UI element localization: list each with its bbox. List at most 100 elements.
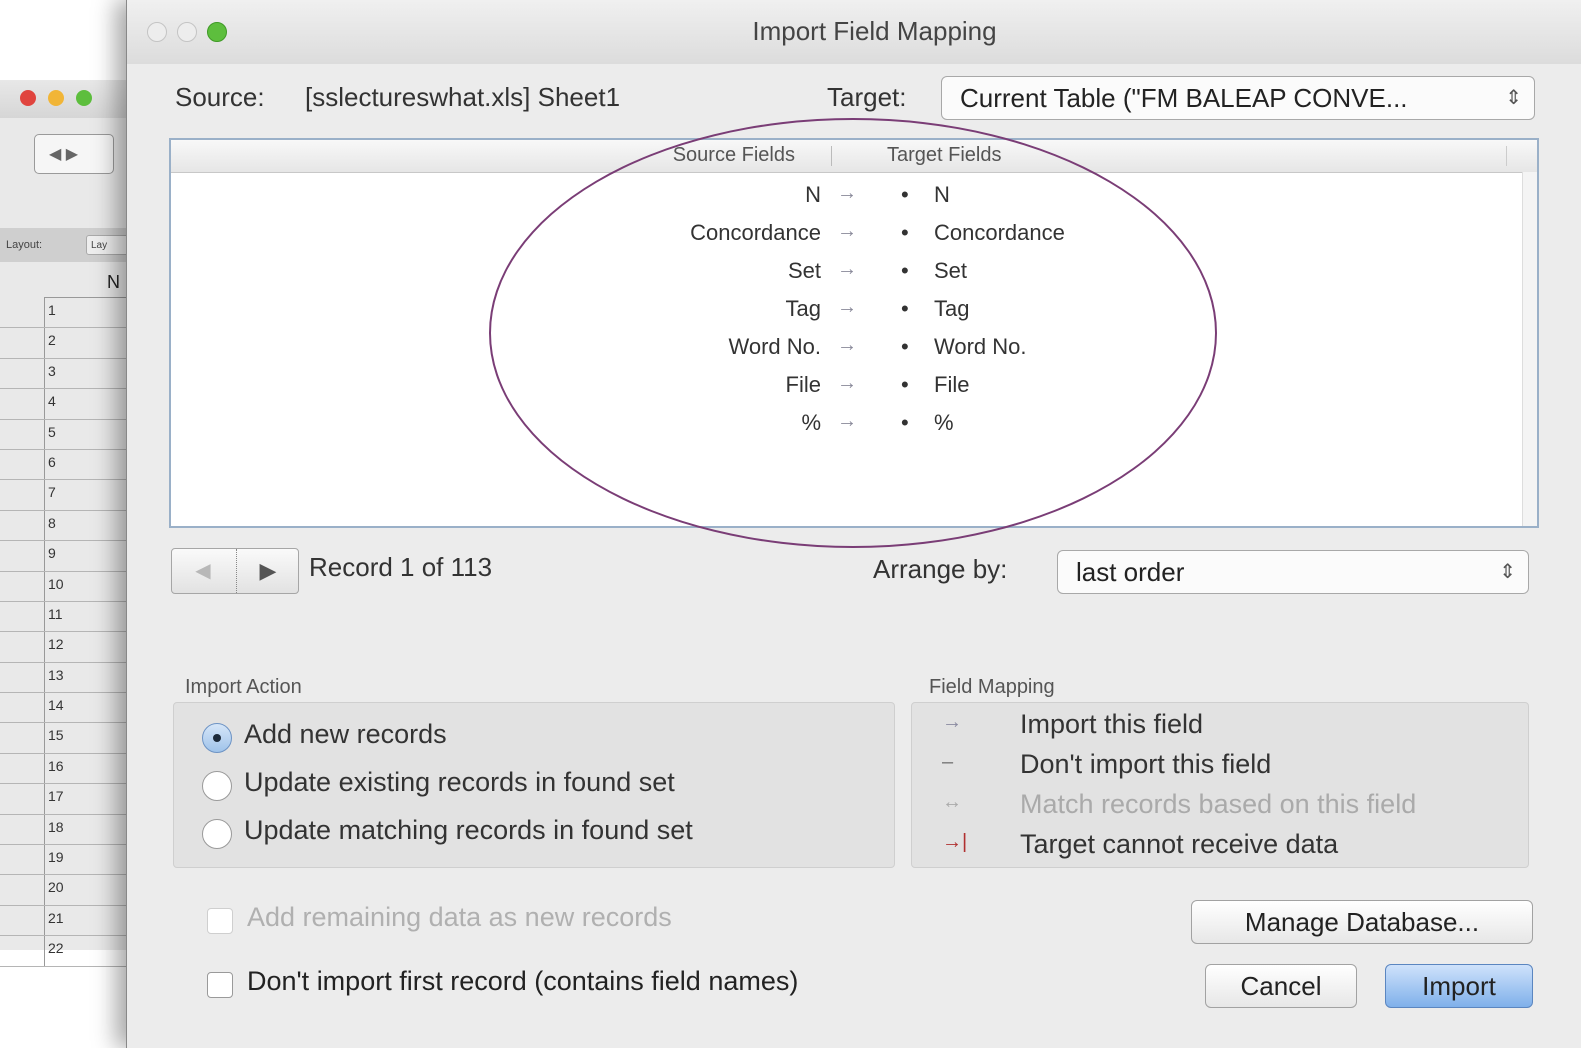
bg-row-number: 15 [48,727,64,744]
bg-table-row[interactable]: 6 [0,449,140,481]
bg-table-row[interactable]: 13 [0,662,140,694]
drag-handle-icon[interactable]: • [901,372,909,398]
legend-label: Target cannot receive data [1020,829,1339,859]
import-action-label: Update existing records in found set [244,767,675,797]
bg-row-number: 3 [48,362,56,379]
mapping-row[interactable]: File → File • [171,368,1537,406]
drag-handle-icon[interactable]: • [901,334,909,360]
bg-table-row[interactable]: 10 [0,571,140,602]
bg-row-number: 22 [48,940,64,957]
bg-layout-bar: Layout: Lay [0,228,140,262]
legend-label: Match records based on this field [1020,789,1417,819]
bg-table-row[interactable]: 12 [0,632,140,663]
bg-row-number: 4 [48,393,56,410]
source-value: [sslectureswhat.xls] Sheet1 [305,82,621,112]
dont-import-first-checkbox[interactable] [207,972,233,998]
import-arrow-icon[interactable]: → [837,334,857,357]
bg-row-number: 8 [48,514,56,531]
bg-table-row[interactable]: 22 [0,936,140,967]
manage-database-button[interactable]: Manage Database... [1191,900,1533,944]
legend-label: Don't import this field [1020,749,1272,779]
target-field: % [934,410,954,435]
source-field: % [801,410,821,435]
import-arrow-icon[interactable]: → [837,182,857,205]
target-field: Tag [934,296,970,321]
mapping-row[interactable]: Concordance → Concordance • [171,216,1537,254]
bg-table-row[interactable]: 17 [0,784,140,815]
bg-zoom-light[interactable] [76,90,92,106]
bg-table-row[interactable]: 16 [0,753,140,785]
header-source-fields[interactable]: Source Fields [673,144,795,167]
cancel-button[interactable]: Cancel [1205,964,1357,1008]
header-corner [1506,146,1531,166]
mapping-row[interactable]: Tag → Tag • [171,292,1537,330]
mapping-row[interactable]: % →% • [171,406,1537,444]
source-field: File [785,372,821,397]
background-titlebar [0,80,140,118]
add-remaining-checkbox[interactable] [207,908,233,934]
bg-table-row[interactable]: 21 [0,905,140,937]
table-header: Source Fields Target Fields [171,140,1537,173]
bg-record-nav-button[interactable]: ◀ ▶ [34,134,114,174]
drag-handle-icon[interactable]: • [901,182,909,208]
drag-handle-icon[interactable]: • [901,410,909,436]
import-arrow-icon[interactable]: → [837,296,857,319]
field-mapping-table[interactable]: Source Fields Target Fields N → N • Concorda… [169,138,1539,528]
import-arrow-icon[interactable]: → [837,372,857,395]
bg-minimize-light[interactable] [48,90,64,106]
bg-row-number: 20 [48,879,64,896]
record-status: Record 1 of 113 [309,552,493,582]
bg-table-row[interactable]: 18 [0,814,140,846]
source-field: N [805,182,821,207]
bg-table-row[interactable]: 2 [0,328,140,359]
radio-button[interactable] [202,771,232,801]
source-label: Source: [175,82,265,112]
bg-table-row[interactable]: 19 [0,845,140,876]
bg-table-row[interactable]: 20 [0,875,140,906]
bg-row-number: 5 [48,423,56,440]
bg-table-row[interactable]: 14 [0,693,140,724]
bg-row-list: 1 2 3 4 5 6 7 8 9 10 11 12 13 14 15 16 17 18 19 20 21 22 [0,298,140,967]
bg-table-row[interactable]: 3 [0,358,140,390]
bg-table-row[interactable]: 5 [0,419,140,450]
import-arrow-icon[interactable]: → [837,410,857,433]
bg-row-number: 6 [48,453,56,470]
source-field: Tag [785,296,821,321]
drag-handle-icon[interactable]: • [901,258,909,284]
radio-button[interactable] [202,819,232,849]
bg-row-number: 19 [48,849,64,866]
radio-button[interactable] [202,723,232,753]
table-scrollbar[interactable] [1522,172,1537,526]
bg-table-row[interactable]: 9 [0,541,140,572]
bg-table-row[interactable]: 8 [0,510,140,542]
import-button[interactable]: Import [1385,964,1533,1008]
bg-table-row[interactable]: 11 [0,601,140,633]
bg-table-row[interactable]: 7 [0,480,140,511]
mapping-row[interactable]: N → N • [171,178,1537,216]
mapping-row[interactable]: Word No. → Word No. • [171,330,1537,368]
next-record-button[interactable]: ▶ [236,549,299,593]
add-remaining-label: Add remaining data as new records [247,902,672,932]
field-mapping-legend-group: → Import this field – Don't import this fie… [911,702,1529,868]
target-field: Set [934,258,968,283]
import-arrow-icon[interactable]: → [837,220,857,243]
drag-handle-icon[interactable]: • [901,296,909,322]
import-action-label: Add new records [244,719,447,749]
import-field-mapping-dialog: Import Field Mapping Source: [sslectures… [126,0,1581,1048]
target-field: Concordance [934,220,1065,245]
record-nav: ◀ ▶ [171,548,299,594]
arrange-by-value: last order [1076,557,1185,587]
drag-handle-icon[interactable]: • [901,220,909,246]
dialog-titlebar: Import Field Mapping [127,0,1581,64]
arrange-by-popup[interactable]: last order ⇕ [1057,550,1529,594]
bg-table-row[interactable]: 15 [0,723,140,754]
prev-record-button[interactable]: ◀ [172,549,234,593]
bg-table-row[interactable]: 4 [0,389,140,420]
import-arrow-icon[interactable]: → [837,258,857,281]
source-field: Concordance [690,220,821,245]
mapping-row[interactable]: Set → Set • [171,254,1537,292]
target-popup[interactable]: Current Table ("FM BALEAP CONVE... ⇕ [941,76,1535,120]
bg-table-row[interactable]: 1 [0,298,140,329]
header-target-fields[interactable]: Target Fields [887,144,1002,167]
bg-close-light[interactable] [20,90,36,106]
